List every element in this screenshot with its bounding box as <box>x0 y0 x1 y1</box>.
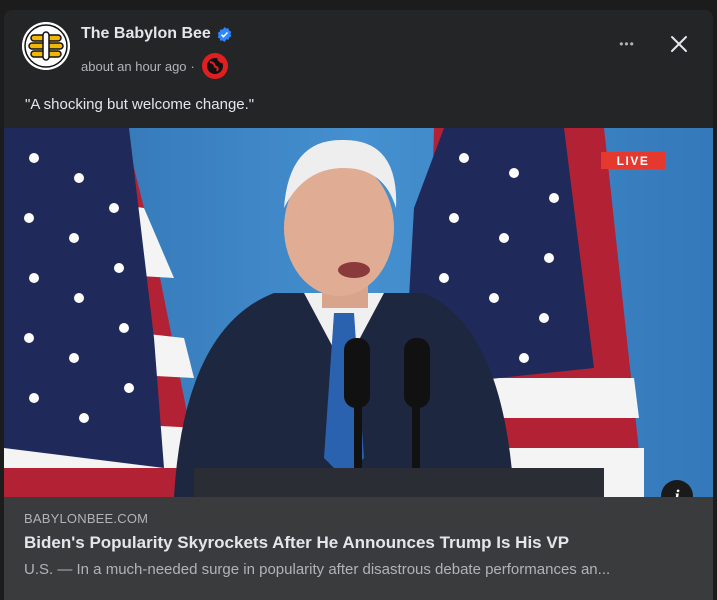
podium <box>194 468 604 497</box>
page-name-label[interactable]: The Babylon Bee <box>81 25 211 43</box>
live-badge: LIVE <box>601 152 665 169</box>
feed-post: The Babylon Bee about an hour ago · ••• … <box>4 10 713 600</box>
verified-badge-icon <box>217 26 232 42</box>
post-photo[interactable]: LIVE i <box>4 128 713 497</box>
info-icon: i <box>674 485 680 498</box>
page-name[interactable]: The Babylon Bee <box>81 25 232 43</box>
meta-separator: · <box>190 58 195 74</box>
link-headline[interactable]: Biden's Popularity Skyrockets After He A… <box>24 533 569 553</box>
page-avatar[interactable] <box>22 22 70 70</box>
close-button[interactable] <box>665 30 693 58</box>
babylon-bee-logo <box>22 22 70 70</box>
globe-icon[interactable] <box>201 52 229 80</box>
more-options-icon: ••• <box>619 37 635 51</box>
link-domain: BABYLONBEE.COM <box>24 511 149 526</box>
link-preview-card[interactable]: BABYLONBEE.COM Biden's Popularity Skyroc… <box>4 497 713 600</box>
post-meta: about an hour ago · <box>81 52 229 80</box>
post-caption: "A shocking but welcome change." <box>25 96 255 113</box>
press-conference-photo <box>4 128 713 497</box>
close-icon <box>671 36 687 52</box>
more-options-button[interactable]: ••• <box>613 30 641 58</box>
post-timestamp[interactable]: about an hour ago <box>81 59 187 74</box>
link-description: U.S. — In a much-needed surge in popular… <box>24 561 611 578</box>
post-header: The Babylon Bee about an hour ago · ••• <box>22 22 693 80</box>
